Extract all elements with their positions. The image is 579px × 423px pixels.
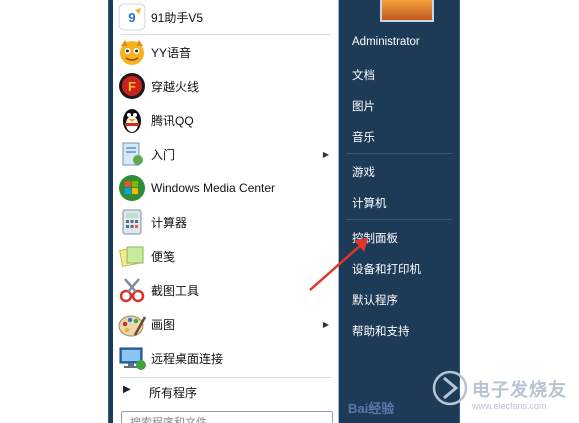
program-windows-media-center[interactable]: Windows Media Center (113, 171, 339, 205)
elecfans-url: www.elecfans.com (472, 401, 547, 411)
games-link[interactable]: 游戏 (352, 164, 375, 180)
program-crossfire[interactable]: F 穿越火线 (113, 69, 339, 103)
all-programs-label: 所有程序 (149, 386, 198, 400)
calculator-icon (122, 209, 142, 235)
user-name-link[interactable]: Administrator (352, 36, 420, 48)
music-link[interactable]: 音乐 (352, 129, 375, 145)
qq-penguin-icon (123, 109, 141, 133)
program-label: 腾讯QQ (151, 113, 194, 128)
program-label: 截图工具 (151, 283, 200, 298)
help-support-link[interactable]: 帮助和支持 (352, 323, 410, 339)
crossfire-icon: F (119, 73, 145, 99)
paint-icon (118, 315, 147, 337)
program-label: YY语音 (151, 45, 192, 60)
program-label: 穿越火线 (151, 79, 200, 94)
search-placeholder: 搜索程序和文件 (130, 417, 207, 423)
program-91-assistant[interactable]: 9 91助手V5 (113, 0, 339, 34)
program-label: 计算器 (151, 215, 188, 230)
remote-desktop-icon (119, 347, 146, 370)
triangle-right-icon: ▶ (123, 384, 131, 395)
program-label: Windows Media Center (151, 181, 276, 195)
elecfans-logo-icon (432, 370, 468, 406)
user-avatar[interactable] (380, 0, 434, 22)
program-label: 入门 (151, 147, 176, 162)
pictures-link[interactable]: 图片 (352, 98, 375, 114)
program-paint[interactable]: 画图 ▶ (113, 307, 339, 341)
right-separator (346, 219, 452, 220)
all-programs-button[interactable]: ▶ 所有程序 (113, 378, 339, 404)
program-yy-voice[interactable]: YY语音 (113, 35, 339, 69)
svg-text:F: F (128, 79, 136, 94)
system-links-pane: Administrator 文档 图片 音乐 游戏 计算机 控制面板 设备和打印… (340, 0, 458, 423)
program-label: 远程桌面连接 (151, 351, 224, 366)
baidu-watermark: Bai经验 (348, 401, 395, 416)
program-label: 91助手V5 (151, 10, 204, 25)
program-qq[interactable]: 腾讯QQ (113, 103, 339, 137)
submenu-arrow-icon[interactable]: ▶ (323, 150, 329, 159)
program-remote-desktop[interactable]: 远程桌面连接 (113, 341, 339, 375)
program-label: 画图 (151, 317, 176, 332)
search-input[interactable]: 搜索程序和文件 (121, 411, 333, 423)
elecfans-watermark: 电子发烧友 (472, 380, 567, 400)
yy-voice-icon (120, 40, 144, 65)
windows-media-center-icon (119, 175, 145, 201)
computer-link[interactable]: 计算机 (352, 195, 387, 211)
program-getting-started[interactable]: 入门 ▶ (113, 137, 339, 171)
programs-pane: 9 91助手V5 YY语音 F 穿越火线 腾讯QQ 入门 ▶ Windows M… (113, 0, 339, 423)
snipping-tool-icon (119, 278, 145, 303)
91-assistant-icon: 9 (118, 3, 146, 31)
sticky-notes-icon (119, 246, 144, 267)
svg-text:9: 9 (128, 10, 135, 25)
annotation-arrow-icon (309, 238, 368, 291)
documents-link[interactable]: 文档 (352, 67, 375, 83)
getting-started-icon (122, 142, 143, 166)
right-separator (346, 153, 452, 154)
submenu-arrow-icon[interactable]: ▶ (323, 320, 329, 329)
program-label: 便笺 (151, 249, 176, 264)
